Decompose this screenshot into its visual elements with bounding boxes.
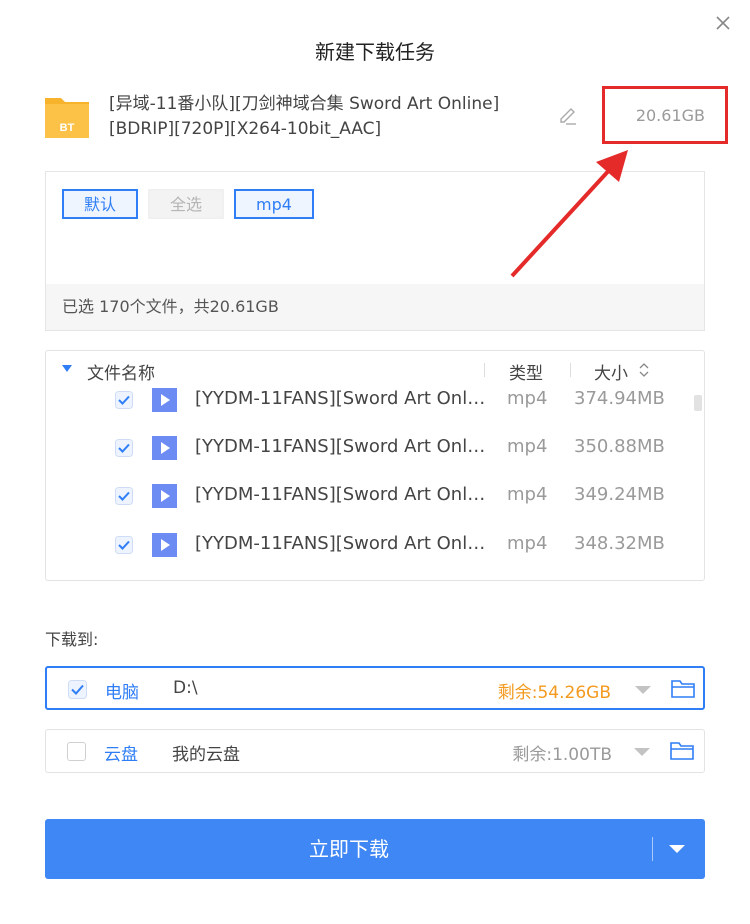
- collapse-triangle-icon[interactable]: [62, 365, 72, 372]
- file-name: [YYDM-11FANS][Sword Art Online]: [195, 436, 487, 457]
- file-list: 文件名称 类型 大小 [YYDM-11FANS][Sword Art Onlin…: [45, 350, 705, 581]
- total-size-highlight: 20.61GB: [602, 86, 728, 144]
- video-file-icon: [152, 484, 177, 508]
- destination-cloud[interactable]: 云盘 我的云盘 剩余:1.00TB: [45, 729, 705, 773]
- video-file-icon: [152, 580, 177, 581]
- download-to-label: 下载到:: [45, 630, 99, 649]
- video-file-icon: [152, 533, 177, 557]
- file-filter-panel: 默认 全选 mp4 已选 170个文件，共20.61GB: [45, 171, 705, 331]
- filter-tag-default[interactable]: 默认: [62, 189, 139, 219]
- file-name: [YYDM-11FANS][Sword Art Online]: [195, 533, 487, 554]
- filter-tag-mp4[interactable]: mp4: [234, 189, 314, 219]
- file-row[interactable]: [YYDM-11FANS][Sword Art Online] mp4 349.…: [46, 472, 686, 520]
- close-icon[interactable]: [710, 10, 736, 36]
- file-name: [YYDM-11FANS][Sword Art Online]: [195, 484, 487, 505]
- chevron-down-icon[interactable]: [635, 686, 651, 694]
- download-now-label: 立即下载: [309, 837, 389, 861]
- row-checkbox[interactable]: [115, 487, 133, 505]
- destination-checkbox[interactable]: [68, 680, 87, 699]
- filter-tags: 默认 全选 mp4: [62, 189, 314, 219]
- filter-tag-select-all[interactable]: 全选: [148, 189, 225, 219]
- selection-summary: 已选 170个文件，共20.61GB: [46, 284, 704, 330]
- chevron-down-icon[interactable]: [634, 748, 650, 756]
- destination-name: 电脑: [105, 683, 139, 703]
- row-checkbox[interactable]: [115, 439, 133, 457]
- file-size: 349.24MB: [574, 484, 665, 505]
- remaining-space: 剩余:54.26GB: [497, 683, 611, 703]
- file-type: mp4: [507, 436, 548, 457]
- total-size-value: 20.61GB: [635, 105, 705, 125]
- torrent-file-header: BT [异域-11番小队][刀剑神域合集 Sword Art Online][B…: [45, 86, 728, 150]
- destination-checkbox[interactable]: [67, 742, 86, 761]
- file-size: 348.32MB: [574, 533, 665, 554]
- file-row[interactable]: [YYDM-11FANS][Sword Art Online] mp4 348.…: [46, 521, 686, 569]
- file-row[interactable]: [YYDM-11FANS][Sword Art Online] mp4 374.…: [46, 376, 686, 424]
- destination-path: 我的云盘: [172, 745, 240, 765]
- file-size: 350.88MB: [574, 436, 665, 457]
- torrent-name: [异域-11番小队][刀剑神域合集 Sword Art Online][BDRI…: [109, 94, 500, 139]
- edit-pencil-icon[interactable]: [557, 105, 579, 127]
- button-divider: [652, 837, 653, 861]
- file-type: mp4: [507, 388, 548, 409]
- remaining-space: 剩余:1.00TB: [512, 745, 612, 765]
- row-checkbox[interactable]: [115, 391, 133, 409]
- dialog-title: 新建下载任务: [315, 40, 435, 64]
- file-name: [YYDM-11FANS][Sword Art Online]: [195, 388, 487, 409]
- column-divider: [570, 363, 571, 377]
- chevron-down-icon[interactable]: [669, 845, 685, 853]
- download-now-button[interactable]: 立即下载: [45, 819, 705, 879]
- row-checkbox[interactable]: [115, 536, 133, 554]
- video-file-icon: [152, 388, 177, 412]
- bt-icon-label: BT: [60, 122, 75, 134]
- bt-folder-icon: BT: [45, 98, 89, 138]
- file-row[interactable]: [YYDM-11FANS][Sword Art Online] mp4 350.…: [46, 424, 686, 472]
- file-size: 374.94MB: [574, 388, 665, 409]
- file-type: mp4: [507, 484, 548, 505]
- destination-path: D:\: [173, 678, 198, 698]
- list-scrollbar[interactable]: [694, 395, 702, 411]
- folder-icon[interactable]: [671, 679, 695, 698]
- destination-name: 云盘: [104, 745, 138, 765]
- destination-computer[interactable]: 电脑 D:\ 剩余:54.26GB: [45, 666, 705, 710]
- column-divider: [484, 363, 485, 377]
- file-type: mp4: [507, 533, 548, 554]
- video-file-icon: [152, 436, 177, 460]
- folder-icon[interactable]: [670, 741, 694, 760]
